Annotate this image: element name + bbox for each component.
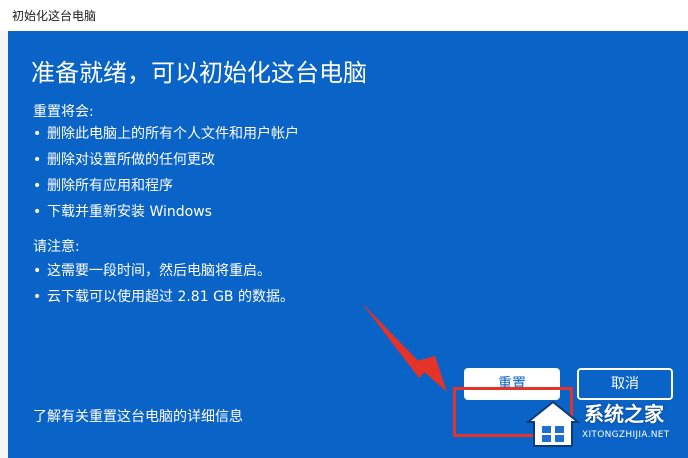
dialog-heading: 准备就绪，可以初始化这台电脑 xyxy=(31,59,367,87)
reset-section-label: 重置将会: xyxy=(33,104,94,120)
reset-button[interactable]: 重置 xyxy=(464,368,560,400)
list-item: • 这需要一段时间，然后电脑将重启。 xyxy=(33,263,271,279)
bullet-icon: • xyxy=(33,126,42,142)
reset-items-list: • 删除此电脑上的所有个人文件和用户帐户 • 删除对设置所做的任何更改 • 删除所有应… xyxy=(33,125,299,229)
list-item: • 云下载可以使用超过 2.81 GB 的数据。 xyxy=(33,289,294,305)
window-left-edge xyxy=(0,31,8,458)
list-item: • 删除此电脑上的所有个人文件和用户帐户 xyxy=(33,126,299,142)
note-items-list: • 这需要一段时间，然后电脑将重启。 • 云下载可以使用超过 2.81 GB 的数据… xyxy=(33,262,294,314)
bullet-icon: • xyxy=(33,178,42,194)
bullet-icon: • xyxy=(33,152,42,168)
title-bar: 初始化这台电脑 xyxy=(0,0,688,31)
window-title: 初始化这台电脑 xyxy=(12,9,97,23)
list-item: • 删除对设置所做的任何更改 xyxy=(33,152,215,168)
reset-pc-window: 初始化这台电脑 准备就绪，可以初始化这台电脑 重置将会: • 删除此电脑上的所有个… xyxy=(0,0,688,458)
cancel-button[interactable]: 取消 xyxy=(577,368,673,400)
list-item: • 删除所有应用和程序 xyxy=(33,178,173,194)
learn-more-link[interactable]: 了解有关重置这台电脑的详细信息 xyxy=(33,406,243,426)
bullet-icon: • xyxy=(33,263,42,279)
list-item: • 下载并重新安装 Windows xyxy=(33,204,212,220)
bullet-icon: • xyxy=(33,289,42,305)
note-section-label: 请注意: xyxy=(33,239,80,255)
bullet-icon: • xyxy=(33,204,42,220)
